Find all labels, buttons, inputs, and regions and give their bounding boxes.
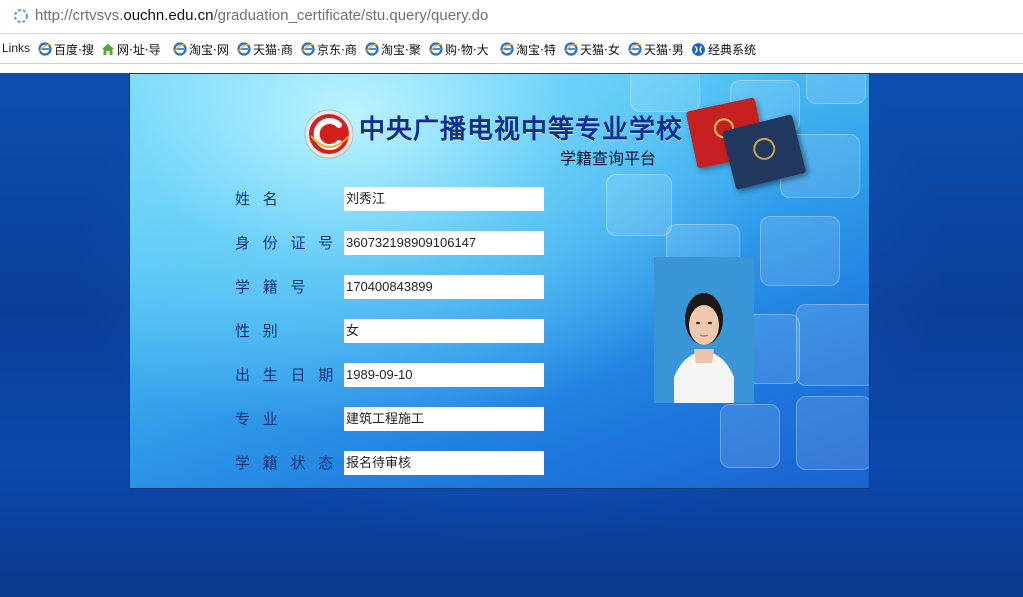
link-taobao-te[interactable]: 淘宝·特 <box>500 41 556 57</box>
ie-icon <box>365 42 379 56</box>
student-number-value: 170400843899 <box>344 275 544 299</box>
link-jd[interactable]: 京东·商 <box>301 41 357 57</box>
name-value: 刘秀江 <box>344 187 544 211</box>
link-tmall-nan[interactable]: 天猫·男 <box>628 41 684 57</box>
student-number-label: 学 籍 号 <box>235 278 310 296</box>
gender-label: 性 别 <box>235 322 282 340</box>
links-toolbar: Links 百度·搜 网·址·导 淘宝·网 天猫·商 京东·商 淘宝·聚 购·物… <box>0 34 1023 64</box>
gender-value: 女 <box>344 319 544 343</box>
name-label: 姓 名 <box>235 190 282 208</box>
page-loading-icon <box>14 9 28 23</box>
enrollment-status-label: 学 籍 状 态 <box>235 454 338 472</box>
platform-subtitle: 学籍查询平台 <box>560 149 657 168</box>
id-number-label: 身 份 证 号 <box>235 234 338 252</box>
ie-icon <box>38 42 52 56</box>
link-classic-system[interactable]: 经典系统 <box>691 41 756 57</box>
birth-date-label: 出 生 日 期 <box>235 366 338 384</box>
ie-icon <box>237 42 251 56</box>
major-value: 建筑工程施工 <box>344 407 544 431</box>
student-photo <box>654 257 754 403</box>
ie-icon <box>564 42 578 56</box>
links-label: Links <box>2 41 31 55</box>
globe-icon <box>692 42 705 56</box>
link-tmall-nv[interactable]: 天猫·女 <box>564 41 620 57</box>
id-number-value: 360732198909106147 <box>344 231 544 255</box>
enrollment-status-value: 报名待审核 <box>344 451 544 475</box>
link-taobao[interactable]: 淘宝·网 <box>173 41 229 57</box>
link-gouwu[interactable]: 购·物·大 <box>429 41 489 57</box>
ie-icon <box>301 42 315 56</box>
url-text[interactable]: http://crtvsvs.ouchn.edu.cn/graduation_c… <box>35 7 488 24</box>
ie-icon <box>173 42 187 56</box>
toolbar-gap <box>0 64 1023 73</box>
address-bar[interactable]: http://crtvsvs.ouchn.edu.cn/graduation_c… <box>0 0 1023 34</box>
link-tmall-shang[interactable]: 天猫·商 <box>237 41 293 57</box>
student-info-panel: 中央广播电视中等专业学校 学籍查询平台 姓 名 刘秀江 身 份 证 号 3607… <box>129 73 870 489</box>
link-wangzhidao[interactable]: 网·址·导 <box>101 41 161 57</box>
ie-icon <box>429 42 443 56</box>
home-icon <box>102 43 114 55</box>
major-label: 专 业 <box>235 410 282 428</box>
ie-icon <box>500 42 514 56</box>
ie-icon <box>628 42 642 56</box>
school-name: 中央广播电视中等专业学校 <box>359 115 684 145</box>
birth-date-value: 1989-09-10 <box>344 363 544 387</box>
link-taobao-ju[interactable]: 淘宝·聚 <box>365 41 421 57</box>
student-portrait-icon <box>654 257 754 403</box>
link-baidu[interactable]: 百度·搜 <box>38 41 94 57</box>
school-logo-icon <box>304 109 354 159</box>
